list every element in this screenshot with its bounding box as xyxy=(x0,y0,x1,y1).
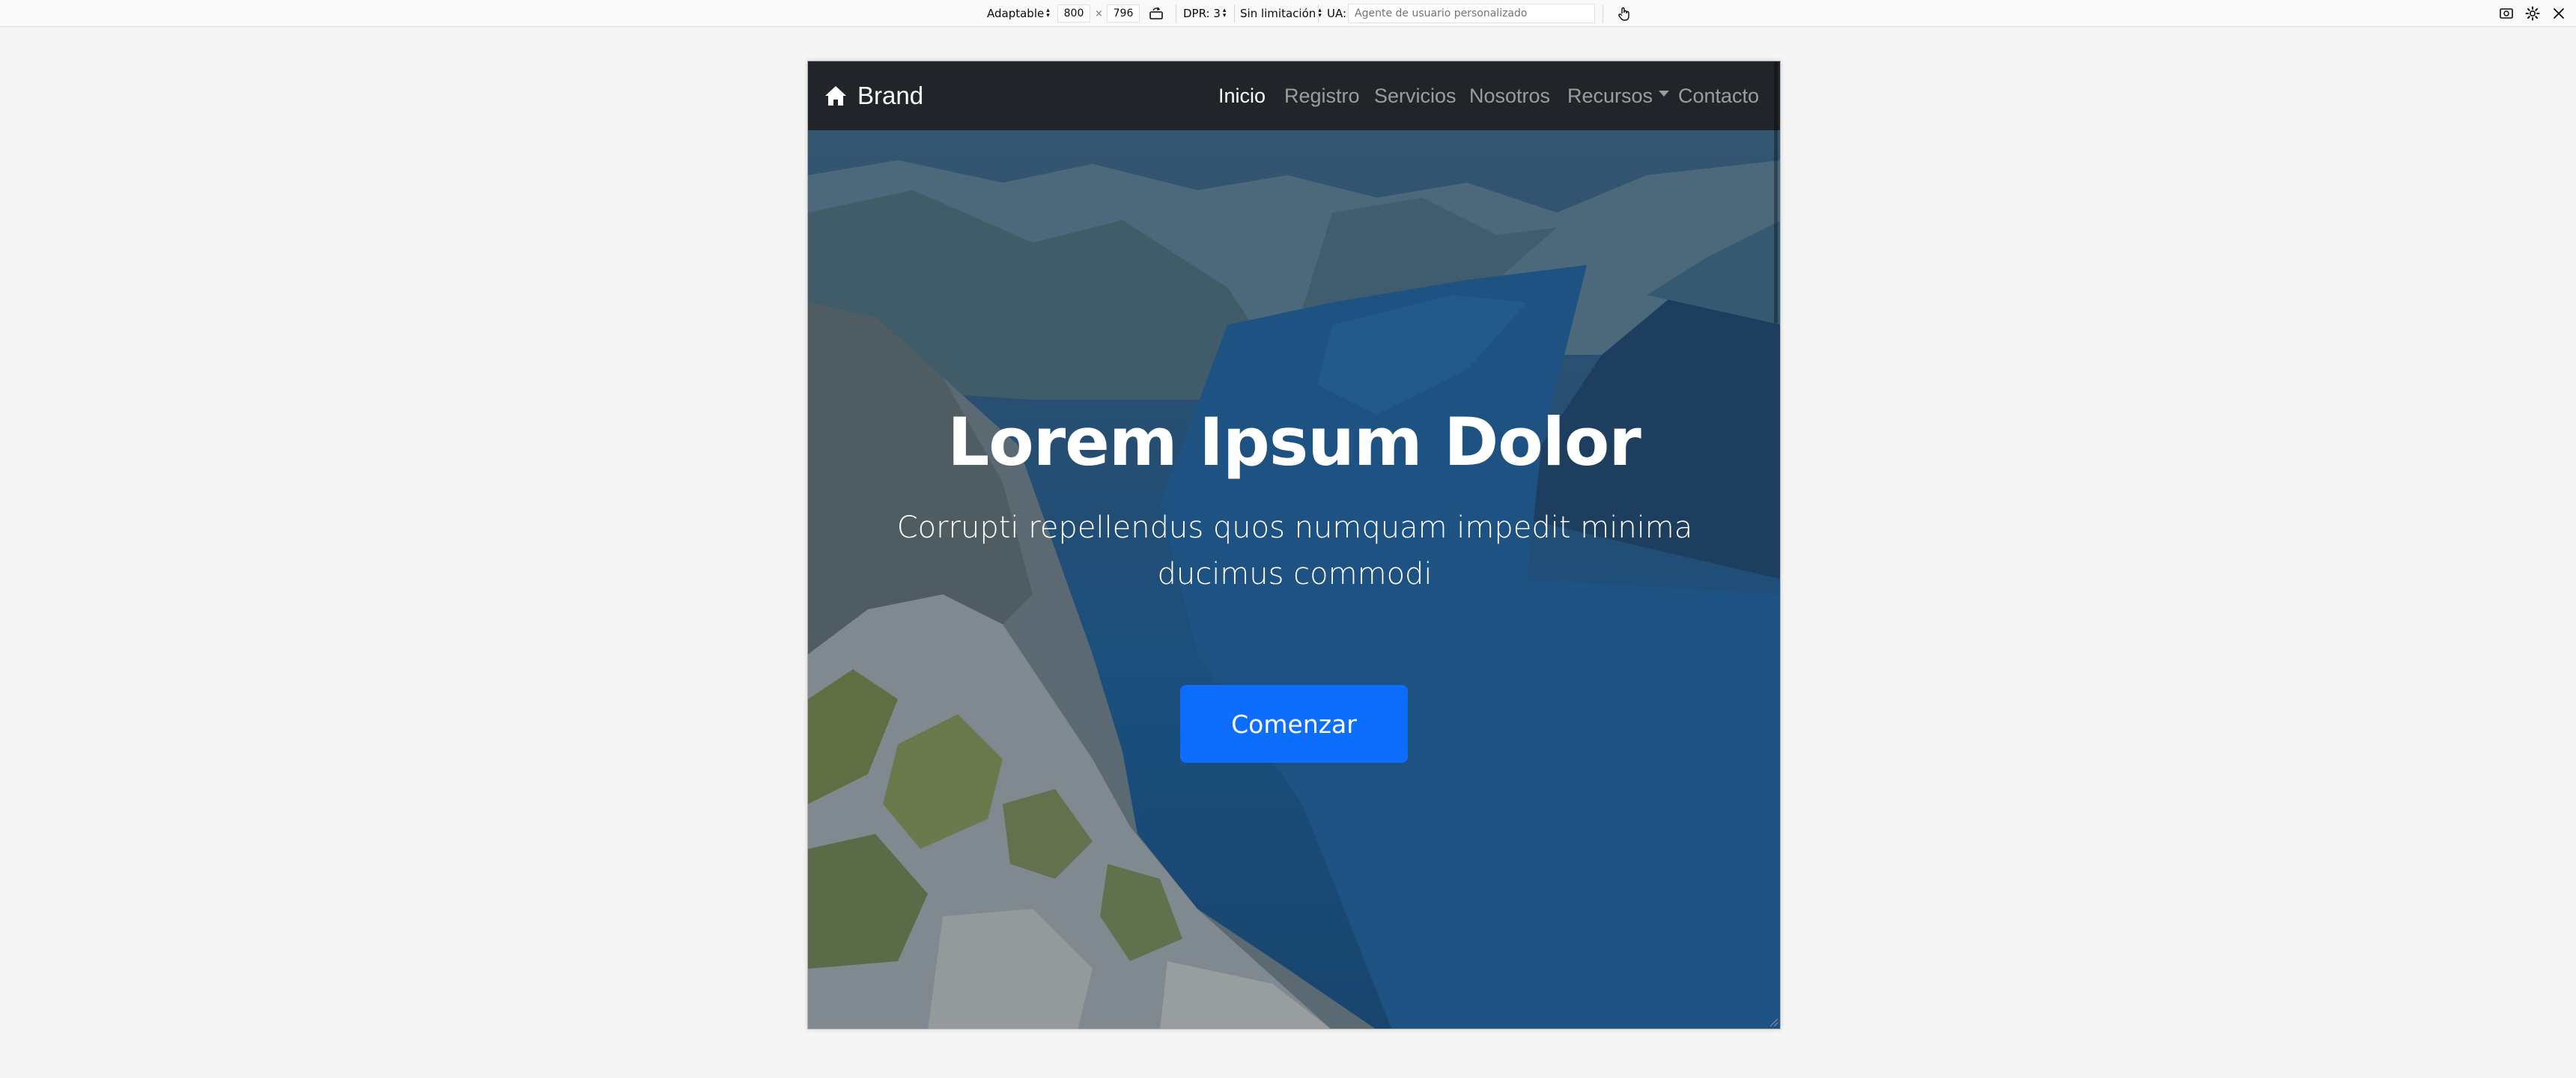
nav-inicio[interactable]: Inicio xyxy=(1218,61,1266,130)
device-selector-label: Adaptable xyxy=(987,7,1045,20)
viewport-height-input[interactable]: 796 xyxy=(1107,4,1140,22)
brand-name: Brand xyxy=(857,82,924,109)
select-arrows-icon: ▴ ▾ xyxy=(1046,7,1050,19)
viewport-width-input[interactable]: 800 xyxy=(1057,4,1090,22)
dimension-separator: × xyxy=(1095,7,1103,19)
select-arrows-icon: ▴ ▾ xyxy=(1222,7,1227,19)
hero-title: Lorem Ipsum Dolor xyxy=(947,404,1641,481)
close-icon[interactable] xyxy=(2548,3,2569,24)
hero-section: Lorem Ipsum Dolor Corrupti repellendus q… xyxy=(808,130,1780,1029)
resize-handle-icon[interactable] xyxy=(1768,1017,1778,1027)
rotate-icon[interactable] xyxy=(1146,3,1167,24)
touch-simulation-icon[interactable] xyxy=(1613,3,1634,24)
nav-recursos-label: Recursos xyxy=(1567,84,1653,107)
home-icon xyxy=(825,86,846,106)
responsive-toolbar: Adaptable ▴ ▾ 800 × 796 DPR: 3 ▴ ▾ Sin lim… xyxy=(0,0,2576,27)
settings-icon[interactable] xyxy=(2522,3,2543,24)
viewport-height-value: 796 xyxy=(1113,7,1134,19)
device-selector[interactable]: Adaptable ▴ ▾ xyxy=(987,0,1050,27)
ua-label: UA: xyxy=(1327,7,1347,20)
get-started-button[interactable]: Comenzar xyxy=(1180,685,1408,763)
nav-recursos-dropdown[interactable]: Recursos xyxy=(1567,61,1670,130)
device-viewport: Brand Inicio Registro Servicios Nosotros… xyxy=(807,61,1781,1029)
screenshot-icon[interactable] xyxy=(2496,3,2517,24)
site-navbar: Brand Inicio Registro Servicios Nosotros… xyxy=(808,61,1780,130)
throttling-label: Sin limitación xyxy=(1240,7,1316,20)
brand-link[interactable]: Brand xyxy=(824,61,923,130)
nav-contacto[interactable]: Contacto xyxy=(1678,61,1759,130)
dpr-selector[interactable]: DPR: 3 ▴ ▾ xyxy=(1183,0,1226,27)
viewport-width-value: 800 xyxy=(1063,7,1084,19)
hero-subtitle: Corrupti repellendus quos numquam impedi… xyxy=(896,511,1693,591)
nav-registro[interactable]: Registro xyxy=(1284,61,1360,130)
user-agent-placeholder: Agente de usuario personalizado xyxy=(1355,7,1528,19)
vertical-scrollbar[interactable] xyxy=(1774,61,1778,323)
nav-servicios[interactable]: Servicios xyxy=(1374,61,1456,130)
throttling-selector[interactable]: Sin limitación ▴ ▾ xyxy=(1240,0,1322,27)
nav-nosotros[interactable]: Nosotros xyxy=(1469,61,1550,130)
chevron-down-icon xyxy=(1659,91,1670,97)
dpr-label: DPR: 3 xyxy=(1183,7,1221,20)
user-agent-input[interactable]: Agente de usuario personalizado xyxy=(1348,4,1595,23)
